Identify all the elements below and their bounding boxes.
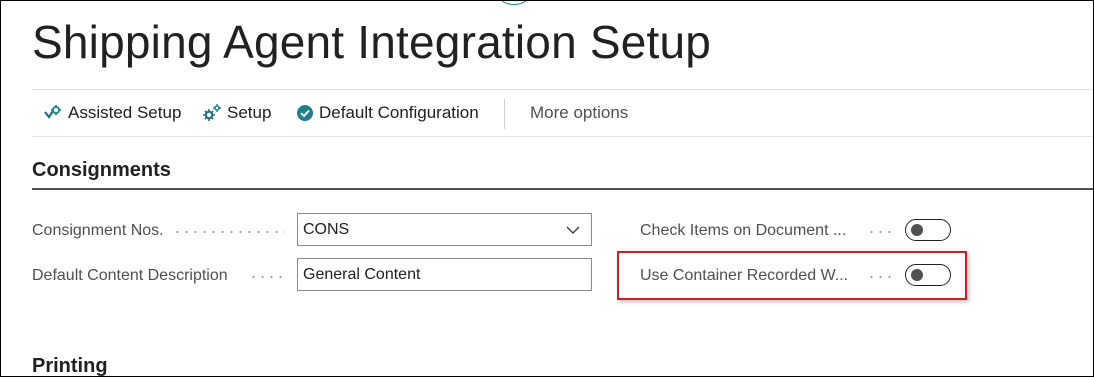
toggle-knob	[911, 224, 923, 236]
top-indicator-icon	[499, 1, 529, 5]
setup-button[interactable]: Setup	[202, 90, 271, 136]
setup-label: Setup	[227, 103, 272, 122]
page-frame: Shipping Agent Integration Setup Assiste…	[0, 0, 1094, 377]
default-configuration-label: Default Configuration	[319, 103, 479, 122]
leader-dots	[173, 231, 285, 233]
more-options-button[interactable]: More options	[530, 90, 628, 136]
consignment-nos-select[interactable]: CONS	[297, 213, 592, 246]
consignment-nos-label: Consignment Nos.	[32, 222, 164, 239]
section-title-consignments: Consignments	[32, 159, 171, 181]
leader-dots	[249, 276, 285, 278]
assisted-setup-icon	[44, 105, 61, 119]
action-bar: Assisted Setup Setup Default Configurati…	[32, 89, 1093, 137]
chevron-down-icon	[566, 226, 580, 234]
highlight-box	[617, 251, 967, 300]
check-items-toggle[interactable]	[905, 219, 951, 241]
consignment-nos-value: CONS	[303, 220, 350, 238]
action-divider	[504, 99, 505, 129]
default-content-value: General Content	[303, 265, 421, 283]
assisted-setup-label: Assisted Setup	[68, 103, 182, 122]
page-title: Shipping Agent Integration Setup	[32, 16, 712, 68]
checkmark-circle-icon	[297, 105, 313, 121]
default-configuration-button[interactable]: Default Configuration	[296, 90, 479, 136]
more-options-label: More options	[530, 103, 629, 122]
section-divider	[32, 188, 1093, 190]
assisted-setup-button[interactable]: Assisted Setup	[43, 90, 181, 136]
section-title-printing: Printing	[32, 355, 108, 377]
default-content-label: Default Content Description	[32, 267, 228, 284]
gears-icon	[203, 104, 221, 121]
check-items-label: Check Items on Document ...	[640, 222, 847, 239]
leader-dots	[867, 231, 895, 233]
default-content-input[interactable]: General Content	[297, 258, 592, 291]
